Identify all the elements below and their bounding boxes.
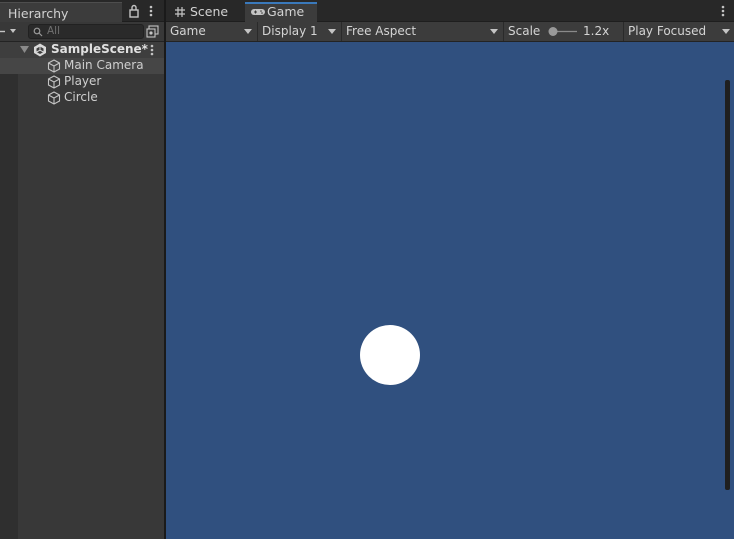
scale-control: Scale 1.2x bbox=[504, 22, 624, 41]
more-options-icon[interactable] bbox=[146, 4, 156, 18]
hierarchy-panel: Hierarchy All SampleScene* Main Camera P… bbox=[0, 0, 165, 539]
play-mode-dropdown[interactable]: Play Focused bbox=[624, 22, 734, 41]
game-tab-bar: Scene Game bbox=[166, 0, 734, 22]
scene-options-icon[interactable] bbox=[147, 43, 157, 57]
gameobject-cube-icon bbox=[47, 75, 61, 89]
tree-row-scene[interactable]: SampleScene* bbox=[0, 42, 164, 58]
view-mode-dropdown[interactable]: Game bbox=[166, 22, 258, 41]
hierarchy-tab-label: Hierarchy bbox=[8, 6, 69, 21]
expand-arrow-icon[interactable] bbox=[20, 46, 29, 54]
tab-game[interactable]: Game bbox=[245, 2, 317, 22]
vertical-scrollbar[interactable] bbox=[725, 80, 730, 490]
hierarchy-search-input[interactable]: All bbox=[28, 24, 144, 39]
chevron-down-icon bbox=[328, 29, 336, 34]
object-label: Player bbox=[64, 74, 102, 88]
more-options-icon[interactable] bbox=[718, 4, 728, 18]
grid-icon bbox=[175, 7, 185, 17]
chevron-down-icon bbox=[722, 29, 730, 34]
scene-name: SampleScene* bbox=[51, 42, 148, 56]
unity-scene-icon bbox=[34, 43, 46, 57]
chevron-down-icon bbox=[490, 29, 498, 34]
scale-value: 1.2x bbox=[583, 24, 610, 38]
scene-visibility-icon[interactable] bbox=[146, 25, 159, 38]
game-circle-sprite bbox=[360, 325, 420, 385]
play-mode-label: Play Focused bbox=[628, 24, 707, 38]
tree-row-player[interactable]: Player bbox=[0, 74, 164, 90]
tree-gutter bbox=[0, 42, 18, 539]
tab-hierarchy[interactable]: Hierarchy bbox=[0, 2, 122, 22]
lock-icon[interactable] bbox=[128, 4, 140, 18]
scale-slider[interactable] bbox=[548, 26, 578, 37]
view-mode-label: Game bbox=[170, 24, 206, 38]
aspect-label: Free Aspect bbox=[346, 24, 417, 38]
game-toolbar: Game Display 1 Free Aspect Scale 1.2x Pl… bbox=[166, 22, 734, 42]
add-object-dropdown[interactable] bbox=[0, 24, 18, 39]
gameobject-cube-icon bbox=[47, 91, 61, 105]
display-label: Display 1 bbox=[262, 24, 318, 38]
hierarchy-toolbar: All bbox=[0, 22, 164, 42]
aspect-dropdown[interactable]: Free Aspect bbox=[342, 22, 504, 41]
gameobject-cube-icon bbox=[47, 59, 61, 73]
search-placeholder: All bbox=[47, 25, 61, 37]
gamepad-icon bbox=[251, 9, 265, 15]
hierarchy-tree: SampleScene* Main Camera Player Circle bbox=[0, 42, 164, 539]
tab-scene[interactable]: Scene bbox=[168, 2, 244, 22]
game-viewport[interactable] bbox=[166, 42, 734, 539]
tab-scene-label: Scene bbox=[190, 4, 229, 19]
display-dropdown[interactable]: Display 1 bbox=[258, 22, 342, 41]
game-panel: Scene Game Game Display 1 Free Aspect Sc… bbox=[166, 0, 734, 539]
hierarchy-tab-bar: Hierarchy bbox=[0, 0, 164, 22]
tree-row-circle[interactable]: Circle bbox=[0, 90, 164, 106]
object-label: Circle bbox=[64, 90, 98, 104]
search-icon bbox=[33, 27, 43, 37]
scale-label: Scale bbox=[508, 24, 541, 38]
tab-game-label: Game bbox=[267, 4, 305, 19]
object-label: Main Camera bbox=[64, 58, 144, 72]
tree-row-main-camera[interactable]: Main Camera bbox=[0, 58, 164, 74]
chevron-down-icon bbox=[244, 29, 252, 34]
